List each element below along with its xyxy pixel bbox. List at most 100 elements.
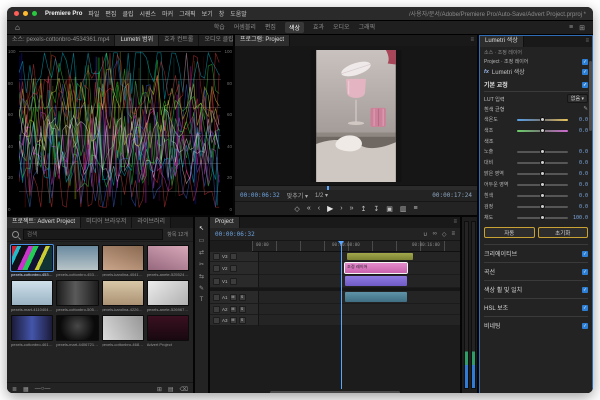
lumetri-clip-selector[interactable]: Project · 조정 레이어✓ — [484, 58, 588, 65]
tab-effect-controls[interactable]: 효과 컨트롤 — [159, 35, 199, 46]
menu-graphics[interactable]: 그래픽 — [179, 9, 196, 18]
menu-window[interactable]: 창 — [219, 9, 225, 18]
effect-enabled-checkbox[interactable]: ✓ — [582, 59, 588, 65]
project-item[interactable]: pexels-karolina-4041392.mp4 — [102, 245, 144, 277]
type-tool-icon[interactable]: T — [200, 297, 204, 303]
clip-color-matte[interactable] — [347, 253, 413, 260]
workspace-tab-editing[interactable]: 편집 — [265, 22, 276, 33]
play-icon[interactable]: ▶ — [327, 204, 333, 213]
effect-row[interactable]: fx Lumetri 색상 ✓ — [484, 67, 588, 76]
add-marker-icon[interactable]: ◇ — [294, 205, 299, 213]
tone-group-row[interactable]: 색조 — [484, 137, 588, 145]
close-window-button[interactable] — [14, 11, 19, 16]
program-scrub-bar[interactable] — [235, 185, 477, 190]
slider-value[interactable]: 0.0 — [571, 117, 588, 123]
contrast-slider[interactable] — [517, 162, 568, 164]
track-lock-icon[interactable] — [213, 265, 220, 272]
project-item[interactable]: pexels-karolina-4226863.mp4 — [102, 280, 144, 312]
menu-view[interactable]: 보기 — [202, 9, 213, 18]
slider-knob[interactable] — [540, 117, 545, 122]
selection-tool-icon[interactable]: ↖ — [199, 225, 204, 232]
slider-value[interactable]: 0.0 — [571, 171, 588, 177]
section-checkbox[interactable]: ✓ — [582, 323, 588, 329]
shadows-slider[interactable] — [517, 184, 568, 186]
mute-button[interactable]: M — [230, 317, 237, 324]
project-item[interactable]: pexels-cottonbro-5053835.mp4 — [56, 280, 98, 312]
panel-menu-icon[interactable]: ≡ — [467, 35, 477, 46]
slider-value[interactable]: 0.0 — [571, 160, 588, 166]
track-header-v1[interactable]: V1 — [210, 275, 259, 288]
workspace-tab-color[interactable]: 색상 — [285, 22, 304, 33]
tab-lumetri-scopes[interactable]: Lumetri 범위 — [115, 35, 159, 46]
timeline-settings-icon[interactable]: ≡ — [451, 231, 455, 238]
menu-clip[interactable]: 클립 — [122, 9, 133, 18]
project-item[interactable]: pexels-mart-4110404.mp4 — [11, 280, 53, 312]
slider-knob[interactable] — [540, 149, 545, 154]
track-v2[interactable]: 조정 레이어 — [259, 262, 460, 275]
clip-video[interactable] — [345, 276, 407, 286]
track-header-v2[interactable]: V2 — [210, 262, 259, 275]
whites-slider[interactable] — [517, 195, 568, 197]
project-item[interactable]: Advert Project — [147, 315, 189, 347]
timeline-body[interactable]: 00:00 00:00:08:00 00:00:16:00 V3 V2 — [210, 241, 460, 393]
section-vignette[interactable]: 비네팅✓ — [484, 316, 588, 334]
section-checkbox[interactable]: ✓ — [582, 269, 588, 275]
slider-knob[interactable] — [540, 171, 545, 176]
timeline-ruler[interactable]: 00:00 00:00:08:00 00:00:16:00 — [252, 241, 460, 252]
track-lock-icon[interactable] — [213, 278, 220, 285]
section-basic-correction[interactable]: 기본 교정 ✓ — [484, 78, 588, 92]
tab-program-monitor[interactable]: 프로그램: Project — [235, 35, 290, 46]
slider-value[interactable]: 0.0 — [571, 149, 588, 155]
clip-adjustment-layer[interactable]: 조정 레이어 — [345, 263, 407, 273]
section-color-wheels[interactable]: 색상 휠 및 일치✓ — [484, 280, 588, 298]
fit-dropdown[interactable]: 맞추기 ▾ — [287, 191, 308, 200]
new-bin-icon[interactable]: ⊞ — [157, 386, 162, 393]
slider-knob[interactable] — [540, 204, 545, 209]
blacks-slider[interactable] — [517, 206, 568, 208]
menu-sequence[interactable]: 시퀀스 — [140, 9, 157, 18]
track-header-a2[interactable]: A2MS — [210, 304, 259, 315]
workspace-tab-graphics[interactable]: 그래픽 — [359, 22, 376, 33]
ripple-edit-tool-icon[interactable]: ⇄ — [199, 249, 204, 256]
solo-button[interactable]: S — [239, 294, 246, 301]
menu-edit[interactable]: 편집 — [105, 9, 116, 18]
track-visibility-icon[interactable] — [230, 253, 237, 260]
new-item-icon[interactable]: ▤ — [168, 386, 174, 393]
track-v3[interactable] — [259, 252, 460, 262]
menu-marker[interactable]: 마커 — [162, 9, 173, 18]
section-creative[interactable]: 크리에이티브✓ — [484, 244, 588, 262]
panel-menu-icon[interactable]: ≡ — [582, 36, 592, 47]
search-input[interactable] — [23, 229, 163, 240]
reset-button[interactable]: 초기화 — [538, 227, 589, 238]
menu-help[interactable]: 도움말 — [230, 9, 247, 18]
linked-selection-icon[interactable]: ∞ — [433, 231, 437, 238]
snap-icon[interactable]: ∪ — [423, 231, 427, 238]
project-item[interactable]: pexels-cottonbro-4614227.mp4 — [11, 315, 53, 347]
minimize-window-button[interactable] — [23, 11, 28, 16]
tab-lumetri-color[interactable]: Lumetri 색상 — [480, 36, 524, 47]
section-hsl-secondary[interactable]: HSL 보조✓ — [484, 298, 588, 316]
icon-view-icon[interactable]: ▦ — [23, 386, 29, 393]
tab-media-browser[interactable]: 미디어 브라우저 — [81, 217, 132, 228]
extract-icon[interactable]: ↧ — [373, 205, 379, 213]
list-view-icon[interactable]: ≣ — [12, 386, 17, 393]
track-select-tool-icon[interactable]: ▭ — [199, 237, 205, 244]
track-v1[interactable] — [259, 275, 460, 288]
delete-icon[interactable]: ⌫ — [180, 386, 188, 393]
temperature-slider[interactable] — [517, 119, 568, 121]
step-forward-icon[interactable]: › — [340, 205, 342, 212]
go-to-out-icon[interactable]: » — [350, 205, 354, 212]
step-back-icon[interactable]: ‹ — [318, 205, 320, 212]
solo-button[interactable]: S — [239, 317, 246, 324]
tab-libraries[interactable]: 라이브러리 — [132, 217, 171, 228]
saturation-slider[interactable] — [517, 217, 568, 219]
workspaces-menu-icon[interactable]: ≡ — [569, 24, 573, 32]
section-curves[interactable]: 곡선✓ — [484, 262, 588, 280]
go-to-in-icon[interactable]: « — [307, 205, 311, 212]
track-header-v3[interactable]: V3 — [210, 252, 259, 262]
slider-knob[interactable] — [540, 128, 545, 133]
section-enabled-checkbox[interactable]: ✓ — [582, 82, 588, 88]
timeline-timecode[interactable]: 00:00:06:32 — [215, 231, 255, 238]
monitor-settings-icon[interactable]: ≡ — [413, 205, 417, 212]
track-visibility-icon[interactable] — [230, 278, 237, 285]
